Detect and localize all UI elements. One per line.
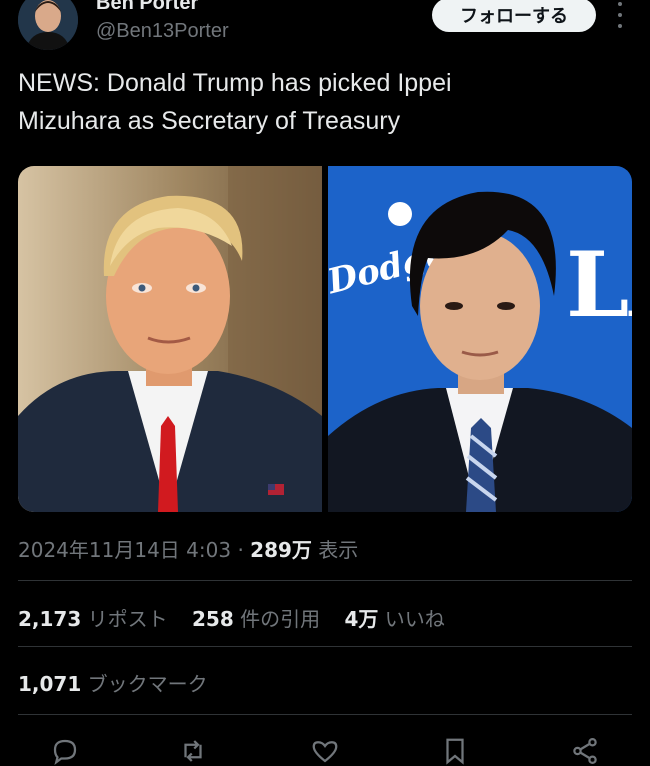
meta-separator: · (237, 538, 244, 562)
bookmarks-count: 1,071 (18, 672, 82, 696)
photo-2[interactable]: Dodgers LA (328, 166, 632, 512)
photo-1[interactable] (18, 166, 322, 512)
more-vertical-icon[interactable] (610, 2, 630, 28)
media-grid: Dodgers LA (18, 166, 632, 512)
tweet-header: Ben Porter @Ben13Porter フォローする (0, 0, 650, 60)
follow-button[interactable]: フォローする (432, 0, 596, 32)
avatar-image (18, 0, 78, 50)
likes-count: 4万 (344, 607, 379, 631)
quotes-stat[interactable]: 258 件の引用 (192, 607, 326, 631)
tweet-meta: 2024年11月14日 4:03 · 289万 表示 (18, 534, 358, 563)
engagement-stats: 2,173 リポスト 258 件の引用 4万 いいね (18, 603, 463, 632)
quotes-label: 件の引用 (240, 607, 321, 631)
timestamp[interactable]: 2024年11月14日 4:03 (18, 538, 231, 562)
bookmarks-label: ブックマーク (87, 672, 208, 696)
likes-stat[interactable]: 4万 いいね (344, 607, 444, 631)
tweet-text-line: Mizuhara as Secretary of Treasury (18, 107, 401, 135)
reposts-stat[interactable]: 2,173 リポスト (18, 607, 174, 631)
author-handle[interactable]: @Ben13Porter (96, 20, 229, 43)
portrait-image (18, 166, 322, 512)
reposts-label: リポスト (87, 607, 168, 631)
views-label: 表示 (318, 538, 359, 562)
divider (18, 646, 632, 647)
quotes-count: 258 (191, 607, 234, 631)
portrait-image: Dodgers LA (328, 166, 632, 512)
views-count: 289万 (250, 538, 312, 562)
la-logo-text: LA (566, 232, 632, 338)
tweet-text: NEWS: Donald Trump has picked Ippei Mizu… (18, 64, 618, 140)
likes-label: いいね (384, 607, 445, 631)
divider (18, 580, 632, 581)
divider (18, 714, 632, 715)
bookmarks-stat[interactable]: 1,071 ブックマーク (18, 668, 208, 697)
tweet-text-line: NEWS: Donald Trump has picked Ippei (18, 69, 452, 97)
reposts-count: 2,173 (18, 607, 82, 631)
author-display-name[interactable]: Ben Porter (96, 0, 198, 15)
avatar[interactable] (18, 0, 78, 50)
